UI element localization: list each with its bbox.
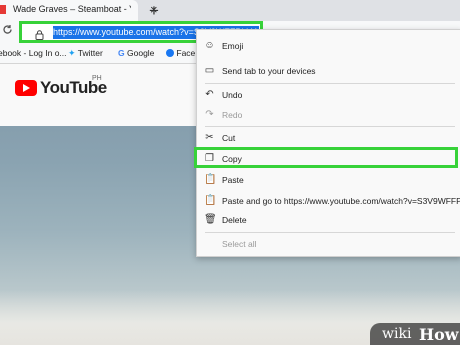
bookmark-label: ebook - Log In o... (0, 48, 67, 58)
menu-item-emoji[interactable]: ☺ Emoji (197, 35, 460, 57)
menu-item-select-all[interactable]: Select all (197, 233, 460, 255)
menu-item-label: Undo (222, 90, 243, 100)
menu-item-undo[interactable]: ↶ Undo (197, 84, 460, 106)
facebook-icon (166, 49, 174, 57)
menu-item-label: Paste and go to https://www.youtube.com/… (222, 196, 460, 206)
bookmark-label: Google (127, 48, 155, 58)
copy-highlight (194, 147, 458, 168)
menu-item-label: Delete (222, 215, 247, 225)
menu-item-label: Select all (222, 239, 257, 249)
menu-item-send-tab[interactable]: ▭ Send tab to your devices (197, 60, 460, 82)
undo-icon: ↶ (205, 89, 214, 100)
lock-icon[interactable] (35, 27, 44, 40)
emoji-icon: ☺ (204, 40, 215, 51)
browser-tab[interactable]: Wade Graves – Steamboat - You (0, 0, 138, 21)
delete-icon: 🗑 (204, 214, 217, 225)
bookmark-twitter[interactable]: ✦ Twitter (68, 48, 103, 59)
wikihow-watermark: wiki How (370, 323, 460, 345)
menu-item-label: Redo (222, 110, 243, 120)
redo-icon: ↷ (205, 109, 214, 120)
menu-item-label: Emoji (222, 41, 244, 51)
bookmark-facebook[interactable]: ebook - Log In o... (0, 48, 67, 58)
youtube-logo-icon[interactable] (15, 80, 37, 96)
tab-strip: Wade Graves – Steamboat - You × + (0, 0, 460, 21)
menu-item-paste[interactable]: 📋 Paste (197, 169, 460, 191)
reload-icon[interactable] (2, 23, 13, 38)
bookmark-label: Twitter (77, 48, 103, 58)
menu-item-redo[interactable]: ↷ Redo (197, 104, 460, 126)
paste-icon: 📋 (204, 174, 217, 185)
watermark-wiki: wiki (382, 326, 412, 342)
send-tab-icon: ▭ (204, 65, 215, 76)
menu-item-cut[interactable]: ✂ Cut (197, 127, 460, 149)
bookmark-facebook-2[interactable]: Face (166, 48, 195, 58)
menu-item-delete[interactable]: 🗑 Delete (197, 209, 460, 231)
bookmark-label: Face (176, 48, 196, 58)
twitter-icon: ✦ (68, 48, 76, 58)
bookmark-google[interactable]: G Google (118, 48, 154, 58)
menu-item-label: Cut (222, 133, 236, 143)
menu-item-label: Paste (222, 175, 244, 185)
youtube-favicon-icon (0, 5, 6, 14)
youtube-region-label: PH (92, 75, 102, 82)
new-tab-button[interactable]: + (149, 0, 159, 21)
context-menu: ☺ Emoji ▭ Send tab to your devices ↶ Und… (196, 29, 460, 257)
menu-item-label: Send tab to your devices (222, 66, 316, 76)
watermark-how: How (419, 325, 459, 344)
google-icon: G (118, 48, 125, 58)
paste-go-icon: 📋 (204, 195, 217, 206)
scissors-icon: ✂ (205, 132, 214, 143)
tab-title: Wade Graves – Steamboat - You (13, 4, 131, 14)
